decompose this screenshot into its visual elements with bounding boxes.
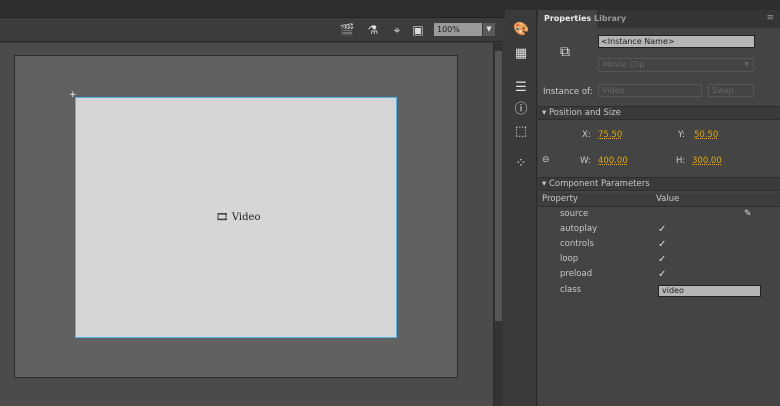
w-label: W: bbox=[580, 156, 591, 166]
video-instance[interactable]: 🎞 Video bbox=[75, 97, 397, 338]
align-icon[interactable]: ☰ bbox=[513, 80, 529, 96]
panel-menu-icon[interactable]: ≡ bbox=[766, 13, 774, 23]
properties-panel: Properties Library ≡ ⧉ <Instance Name> M… bbox=[538, 10, 780, 406]
param-name: autoplay bbox=[560, 224, 598, 234]
param-row-loop: loop ✓ bbox=[538, 254, 780, 269]
autoplay-checkbox[interactable]: ✓ bbox=[658, 224, 666, 235]
color-palette-icon[interactable]: 🎨 bbox=[513, 22, 529, 38]
h-label: H: bbox=[676, 156, 686, 166]
stage-toolbar: 🎬 ⚗ ⌖ ▣ 100% ▼ bbox=[0, 18, 503, 42]
panel-tabs: Properties Library ≡ bbox=[538, 10, 780, 28]
property-column-header: Property bbox=[542, 194, 578, 204]
param-row-class: class video bbox=[538, 285, 780, 300]
param-row-controls: controls ✓ bbox=[538, 239, 780, 254]
clip-content-icon[interactable]: ▣ bbox=[410, 22, 426, 38]
zoom-dropdown-icon[interactable]: ▼ bbox=[483, 23, 495, 36]
swatches-icon[interactable]: ▦ bbox=[513, 46, 529, 62]
tab-library[interactable]: Library bbox=[588, 10, 632, 28]
position-size-section[interactable]: ▾ Position and Size bbox=[538, 106, 780, 120]
value-column-header: Value bbox=[656, 194, 680, 204]
section-title: Component Parameters bbox=[548, 179, 650, 189]
video-label: Video bbox=[231, 212, 261, 223]
link-icon[interactable]: ⊖ bbox=[542, 155, 550, 165]
center-stage-icon[interactable]: ⌖ bbox=[389, 22, 405, 38]
class-input[interactable]: video bbox=[658, 285, 761, 297]
param-name: class bbox=[560, 285, 582, 295]
movie-clip-icon: ⧉ bbox=[560, 44, 570, 60]
param-name: preload bbox=[560, 269, 593, 279]
w-value[interactable]: 400.00 bbox=[598, 156, 628, 166]
instance-name-input[interactable]: <Instance Name> bbox=[598, 35, 755, 48]
param-name: controls bbox=[560, 239, 594, 249]
symbol-type-value: Movie Clip bbox=[603, 60, 645, 69]
preload-checkbox[interactable]: ✓ bbox=[658, 269, 666, 280]
scroll-thumb[interactable] bbox=[495, 51, 502, 321]
param-row-autoplay: autoplay ✓ bbox=[538, 224, 780, 239]
params-header: Property Value bbox=[538, 193, 780, 207]
vertical-scrollbar[interactable] bbox=[493, 43, 503, 406]
motion-presets-icon[interactable]: ⁘ bbox=[513, 156, 529, 172]
info-icon[interactable]: ⓘ bbox=[513, 102, 529, 118]
transform-icon[interactable]: ⬚ bbox=[513, 124, 529, 140]
zoom-input[interactable]: 100% bbox=[434, 23, 482, 36]
x-label: X: bbox=[582, 130, 591, 140]
stage-area: + 🎞 Video bbox=[0, 43, 493, 406]
instance-of-label: Instance of: bbox=[543, 87, 593, 97]
panel-icon-column: 🎨 ▦ ☰ ⓘ ⬚ ⁘ bbox=[505, 10, 537, 406]
component-parameters-section[interactable]: ▾ Component Parameters bbox=[538, 177, 780, 191]
instance-of-field: Video bbox=[598, 84, 702, 97]
loop-checkbox[interactable]: ✓ bbox=[658, 254, 666, 265]
h-value[interactable]: 300.00 bbox=[692, 156, 722, 166]
swap-button[interactable]: Swap... bbox=[708, 84, 754, 97]
clapperboard-icon[interactable]: 🎬 bbox=[339, 22, 355, 38]
pencil-icon[interactable]: ✎ bbox=[744, 209, 752, 219]
controls-checkbox[interactable]: ✓ bbox=[658, 239, 666, 250]
param-name: loop bbox=[560, 254, 579, 264]
symbol-edit-icon[interactable]: ⚗ bbox=[365, 22, 381, 38]
y-label: Y: bbox=[678, 130, 685, 140]
param-name: source bbox=[560, 209, 589, 219]
param-row-source[interactable]: source ✎ bbox=[538, 209, 780, 224]
x-value[interactable]: 75.50 bbox=[598, 130, 622, 140]
chevron-down-icon: ▼ bbox=[744, 61, 749, 68]
y-value[interactable]: 50.50 bbox=[694, 130, 718, 140]
pasteboard: + 🎞 Video bbox=[14, 55, 458, 378]
symbol-type-dropdown[interactable]: Movie Clip ▼ bbox=[598, 58, 754, 72]
section-title: Position and Size bbox=[548, 108, 621, 118]
video-icon: 🎞 bbox=[216, 212, 229, 223]
param-row-preload: preload ✓ bbox=[538, 269, 780, 284]
